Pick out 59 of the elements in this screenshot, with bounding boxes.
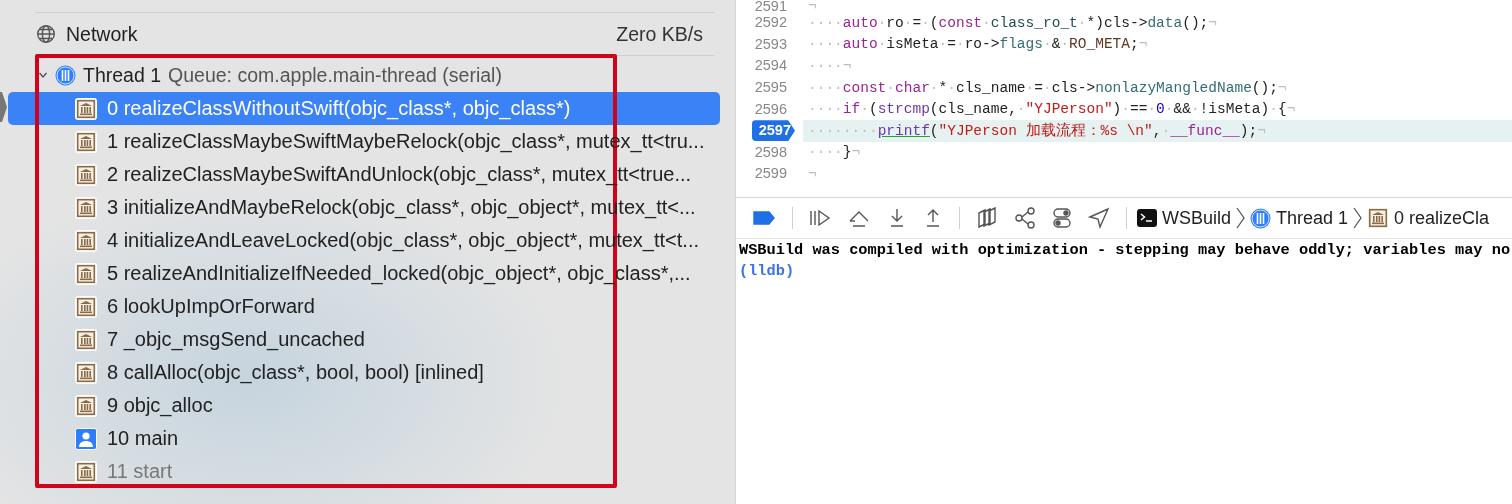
line-number: 2592 [753, 13, 787, 33]
columns-icon [75, 97, 97, 120]
line-number: 2595 [753, 78, 787, 98]
console-prompt: (lldb) [739, 261, 796, 282]
stack-frame[interactable]: 7 _objc_msgSend_uncached [8, 323, 720, 356]
chevron-icon [1353, 207, 1363, 229]
stack-frame[interactable]: 8 callAlloc(objc_class*, bool, bool) [inlined] [8, 356, 720, 389]
thread-queue: Queue: com.apple.main-thread (serial) [168, 63, 502, 87]
disclosure-icon[interactable] [38, 70, 48, 80]
columns-icon [75, 394, 97, 417]
thread-icon [55, 64, 76, 86]
columns-icon [75, 460, 97, 483]
columns-icon [75, 130, 97, 153]
line-number: 2594 [753, 56, 787, 76]
stack-frame[interactable]: 9 objc_alloc [8, 389, 720, 422]
columns-icon [75, 229, 97, 252]
columns-icon [75, 262, 97, 285]
pointer-icon [0, 92, 7, 122]
columns-icon [75, 295, 97, 318]
breakpoints-icon[interactable] [752, 210, 776, 226]
code-line: ¬ [807, 0, 818, 12]
toggles-icon[interactable] [1052, 207, 1072, 229]
columns-icon [75, 163, 97, 186]
line-number: 2591 [753, 0, 787, 16]
breakpoint-marker[interactable]: 2597 [752, 120, 795, 142]
breadcrumb[interactable]: 0 realizeCla [1394, 207, 1490, 229]
network-label: Network [66, 22, 138, 46]
person-icon [75, 427, 97, 450]
code-line: ····}¬ [807, 143, 862, 163]
location-icon[interactable] [1088, 207, 1110, 229]
graph-icon[interactable] [1014, 207, 1036, 229]
code-line: ¬ [807, 164, 818, 184]
columns-icon [1367, 207, 1390, 229]
chevron-icon [1236, 207, 1246, 229]
line-number: 2593 [753, 34, 787, 54]
breadcrumb[interactable]: Thread 1 [1276, 207, 1349, 229]
terminal-icon [1137, 209, 1157, 227]
code-line: ····if·(strcmp(cls_name,·"YJPerson")·==·0·&&·!isMeta)·{¬ [807, 100, 1297, 120]
thread-icon [1250, 207, 1272, 229]
breadcrumb[interactable]: WSBuild [1162, 207, 1232, 229]
code-line: ····auto·isMeta·=·ro->flags·&·RO_META;¬ [807, 35, 1149, 55]
stack-frame[interactable]: 0 realizeClassWithoutSwift(objc_class*, objc_class*) [8, 92, 720, 125]
stack-frame[interactable]: 10 main [8, 422, 720, 455]
continue-icon[interactable] [809, 208, 831, 228]
columns-icon [75, 196, 97, 219]
network-rate: Zero KB/s [616, 22, 703, 46]
stack-frame[interactable]: 6 lookUpImpOrForward [8, 290, 720, 323]
code-line: ····const·char·*·cls_name·=·cls->nonlazyMangledName();¬ [807, 78, 1288, 98]
line-number: 2599 [753, 164, 787, 184]
globe-icon [36, 24, 56, 44]
console-output: WSBuild was compiled with optimization - stepping may behave oddly; variables may no [739, 240, 1512, 261]
layers-icon[interactable] [976, 207, 998, 229]
line-number: 2598 [753, 142, 787, 162]
thread-title: Thread 1 [83, 63, 162, 87]
line-number: 2596 [753, 99, 787, 119]
code-line: ····auto·ro·=·(const·class_ro_t·*)cls->data();¬ [807, 13, 1219, 33]
code-line: ····¬ [807, 57, 853, 76]
columns-icon [75, 361, 97, 384]
columns-icon [75, 328, 97, 351]
